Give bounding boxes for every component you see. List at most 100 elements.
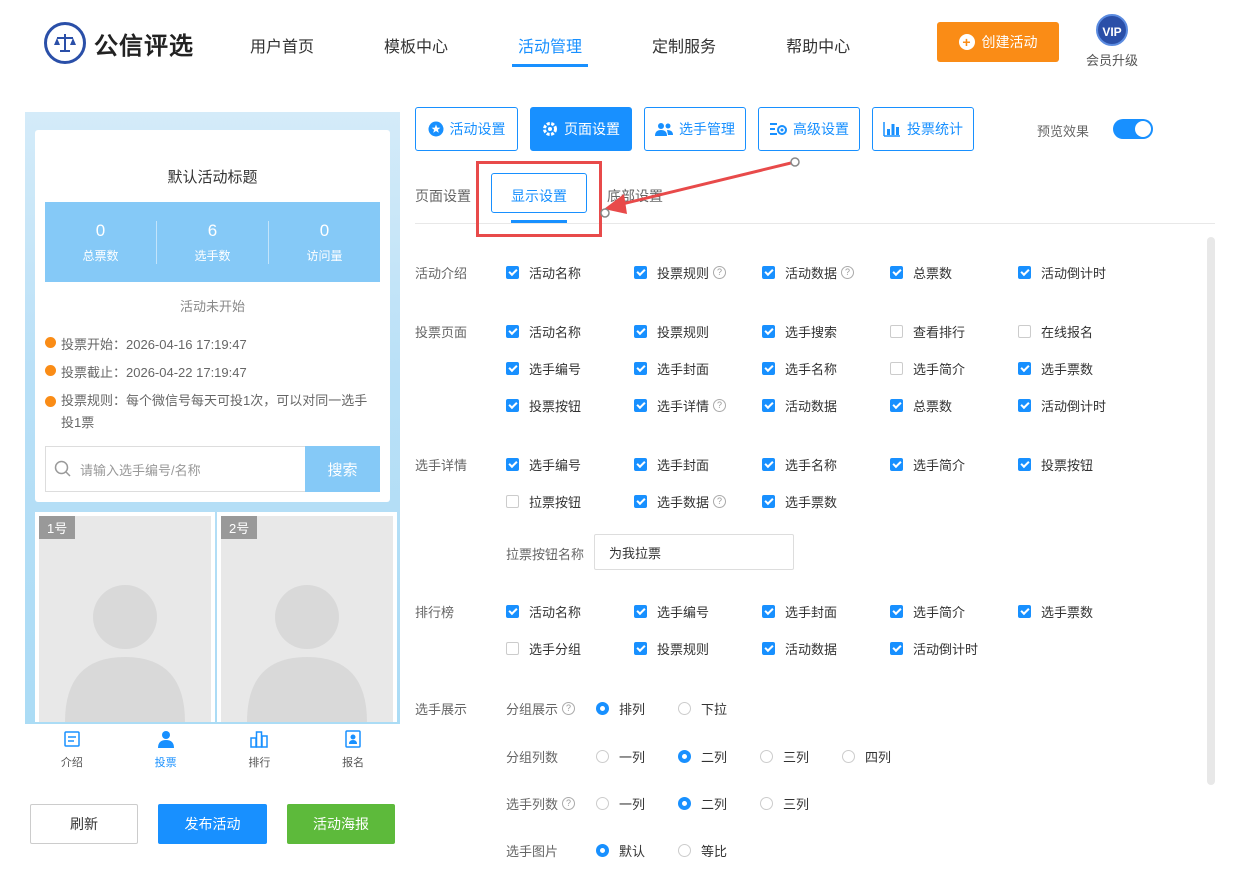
option-radio[interactable]: 三列 — [760, 794, 809, 813]
option-checkbox[interactable]: 选手简介 — [890, 359, 965, 378]
checkbox-checked-icon[interactable] — [762, 266, 775, 279]
option-checkbox[interactable]: 活动数据 — [762, 639, 837, 658]
radio-unselected-icon[interactable] — [678, 844, 691, 857]
player-card[interactable]: 2号 — [217, 512, 397, 722]
checkbox-unchecked-icon[interactable] — [506, 642, 519, 655]
option-radio[interactable]: 三列 — [760, 747, 809, 766]
search-button[interactable]: 搜索 — [305, 446, 380, 492]
checkbox-checked-icon[interactable] — [1018, 605, 1031, 618]
tab-rank[interactable]: 排行 — [213, 724, 307, 774]
option-checkbox[interactable]: 总票数 — [890, 396, 952, 415]
option-checkbox[interactable]: 选手票数 — [1018, 602, 1093, 621]
create-activity-button[interactable]: + 创建活动 — [937, 22, 1059, 62]
checkbox-checked-icon[interactable] — [762, 458, 775, 471]
nav-help[interactable]: 帮助中心 — [786, 33, 850, 57]
option-checkbox[interactable]: 活动名称 — [506, 322, 581, 341]
checkbox-checked-icon[interactable] — [506, 399, 519, 412]
tab-vote[interactable]: 投票 — [119, 724, 213, 774]
option-radio[interactable]: 下拉 — [678, 699, 727, 718]
option-checkbox[interactable]: 投票规则 — [634, 639, 709, 658]
option-checkbox[interactable]: 选手分组 — [506, 639, 581, 658]
option-checkbox[interactable]: 选手票数 — [1018, 359, 1093, 378]
vip-upgrade[interactable]: VIP 会员升级 — [1084, 14, 1140, 69]
checkbox-unchecked-icon[interactable] — [890, 325, 903, 338]
checkbox-checked-icon[interactable] — [506, 362, 519, 375]
checkbox-checked-icon[interactable] — [1018, 362, 1031, 375]
option-checkbox[interactable]: 选手封面 — [634, 359, 709, 378]
checkbox-checked-icon[interactable] — [1018, 266, 1031, 279]
option-checkbox[interactable]: 选手票数 — [762, 492, 837, 511]
activity-poster-button[interactable]: 活动海报 — [287, 804, 395, 844]
checkbox-checked-icon[interactable] — [762, 642, 775, 655]
option-radio[interactable]: 二列 — [678, 794, 727, 813]
option-checkbox[interactable]: 选手编号 — [634, 602, 709, 621]
tab-signup[interactable]: 报名 — [306, 724, 400, 774]
radio-unselected-icon[interactable] — [596, 797, 609, 810]
option-checkbox[interactable]: 投票按钮 — [1018, 455, 1093, 474]
option-checkbox[interactable]: 选手封面 — [762, 602, 837, 621]
checkbox-checked-icon[interactable] — [762, 605, 775, 618]
canvass-button-name-input[interactable]: 为我拉票 — [594, 534, 794, 570]
option-checkbox[interactable]: 活动倒计时 — [890, 639, 978, 658]
radio-selected-icon[interactable] — [678, 797, 691, 810]
subtab-page-settings[interactable]: 页面设置 — [415, 186, 471, 206]
search-input[interactable]: 请输入选手编号/名称 — [45, 446, 305, 492]
page-settings-button[interactable]: 页面设置 — [530, 107, 632, 151]
publish-activity-button[interactable]: 发布活动 — [158, 804, 267, 844]
help-icon[interactable]: ? — [562, 797, 576, 810]
refresh-button[interactable]: 刷新 — [30, 804, 138, 844]
player-manage-button[interactable]: 选手管理 — [644, 107, 746, 151]
radio-unselected-icon[interactable] — [760, 797, 773, 810]
checkbox-checked-icon[interactable] — [890, 266, 903, 279]
radio-selected-icon[interactable] — [596, 844, 609, 857]
radio-unselected-icon[interactable] — [760, 750, 773, 763]
checkbox-checked-icon[interactable] — [1018, 458, 1031, 471]
checkbox-checked-icon[interactable] — [762, 399, 775, 412]
option-checkbox[interactable]: 活动倒计时 — [1018, 263, 1106, 282]
checkbox-checked-icon[interactable] — [890, 642, 903, 655]
option-checkbox[interactable]: 选手数据? — [634, 492, 727, 511]
option-checkbox[interactable]: 查看排行 — [890, 322, 965, 341]
option-checkbox[interactable]: 选手简介 — [890, 455, 965, 474]
option-checkbox[interactable]: 拉票按钮 — [506, 492, 581, 511]
help-icon[interactable]: ? — [713, 266, 727, 279]
tab-intro[interactable]: 介绍 — [25, 724, 119, 774]
option-radio[interactable]: 一列 — [596, 747, 645, 766]
option-checkbox[interactable]: 选手搜索 — [762, 322, 837, 341]
nav-custom-service[interactable]: 定制服务 — [652, 33, 716, 57]
checkbox-checked-icon[interactable] — [634, 458, 647, 471]
checkbox-checked-icon[interactable] — [762, 325, 775, 338]
option-checkbox[interactable]: 选手编号 — [506, 359, 581, 378]
nav-user-home[interactable]: 用户首页 — [250, 33, 314, 57]
option-radio[interactable]: 一列 — [596, 794, 645, 813]
help-icon[interactable]: ? — [562, 702, 576, 715]
option-checkbox[interactable]: 活动数据 — [762, 396, 837, 415]
checkbox-unchecked-icon[interactable] — [1018, 325, 1031, 338]
option-checkbox[interactable]: 总票数 — [890, 263, 952, 282]
checkbox-checked-icon[interactable] — [762, 495, 775, 508]
player-card[interactable]: 1号 — [35, 512, 215, 722]
option-checkbox[interactable]: 活动倒计时 — [1018, 396, 1106, 415]
radio-unselected-icon[interactable] — [596, 750, 609, 763]
checkbox-unchecked-icon[interactable] — [506, 495, 519, 508]
option-checkbox[interactable]: 在线报名 — [1018, 322, 1093, 341]
option-checkbox[interactable]: 活动数据? — [762, 263, 855, 282]
checkbox-checked-icon[interactable] — [890, 458, 903, 471]
option-checkbox[interactable]: 选手名称 — [762, 455, 837, 474]
advanced-settings-button[interactable]: 高级设置 — [758, 107, 860, 151]
option-checkbox[interactable]: 选手封面 — [634, 455, 709, 474]
option-checkbox[interactable]: 活动名称 — [506, 263, 581, 282]
settings-scrollbar[interactable] — [1207, 237, 1215, 785]
help-icon[interactable]: ? — [841, 266, 855, 279]
option-radio[interactable]: 排列 — [596, 699, 645, 718]
checkbox-checked-icon[interactable] — [634, 605, 647, 618]
preview-toggle[interactable] — [1113, 119, 1153, 139]
option-checkbox[interactable]: 选手编号 — [506, 455, 581, 474]
radio-unselected-icon[interactable] — [678, 702, 691, 715]
radio-unselected-icon[interactable] — [842, 750, 855, 763]
checkbox-checked-icon[interactable] — [506, 458, 519, 471]
checkbox-checked-icon[interactable] — [890, 605, 903, 618]
checkbox-checked-icon[interactable] — [1018, 399, 1031, 412]
nav-activity-manage[interactable]: 活动管理 — [512, 33, 589, 67]
option-checkbox[interactable]: 投票规则 — [634, 322, 709, 341]
